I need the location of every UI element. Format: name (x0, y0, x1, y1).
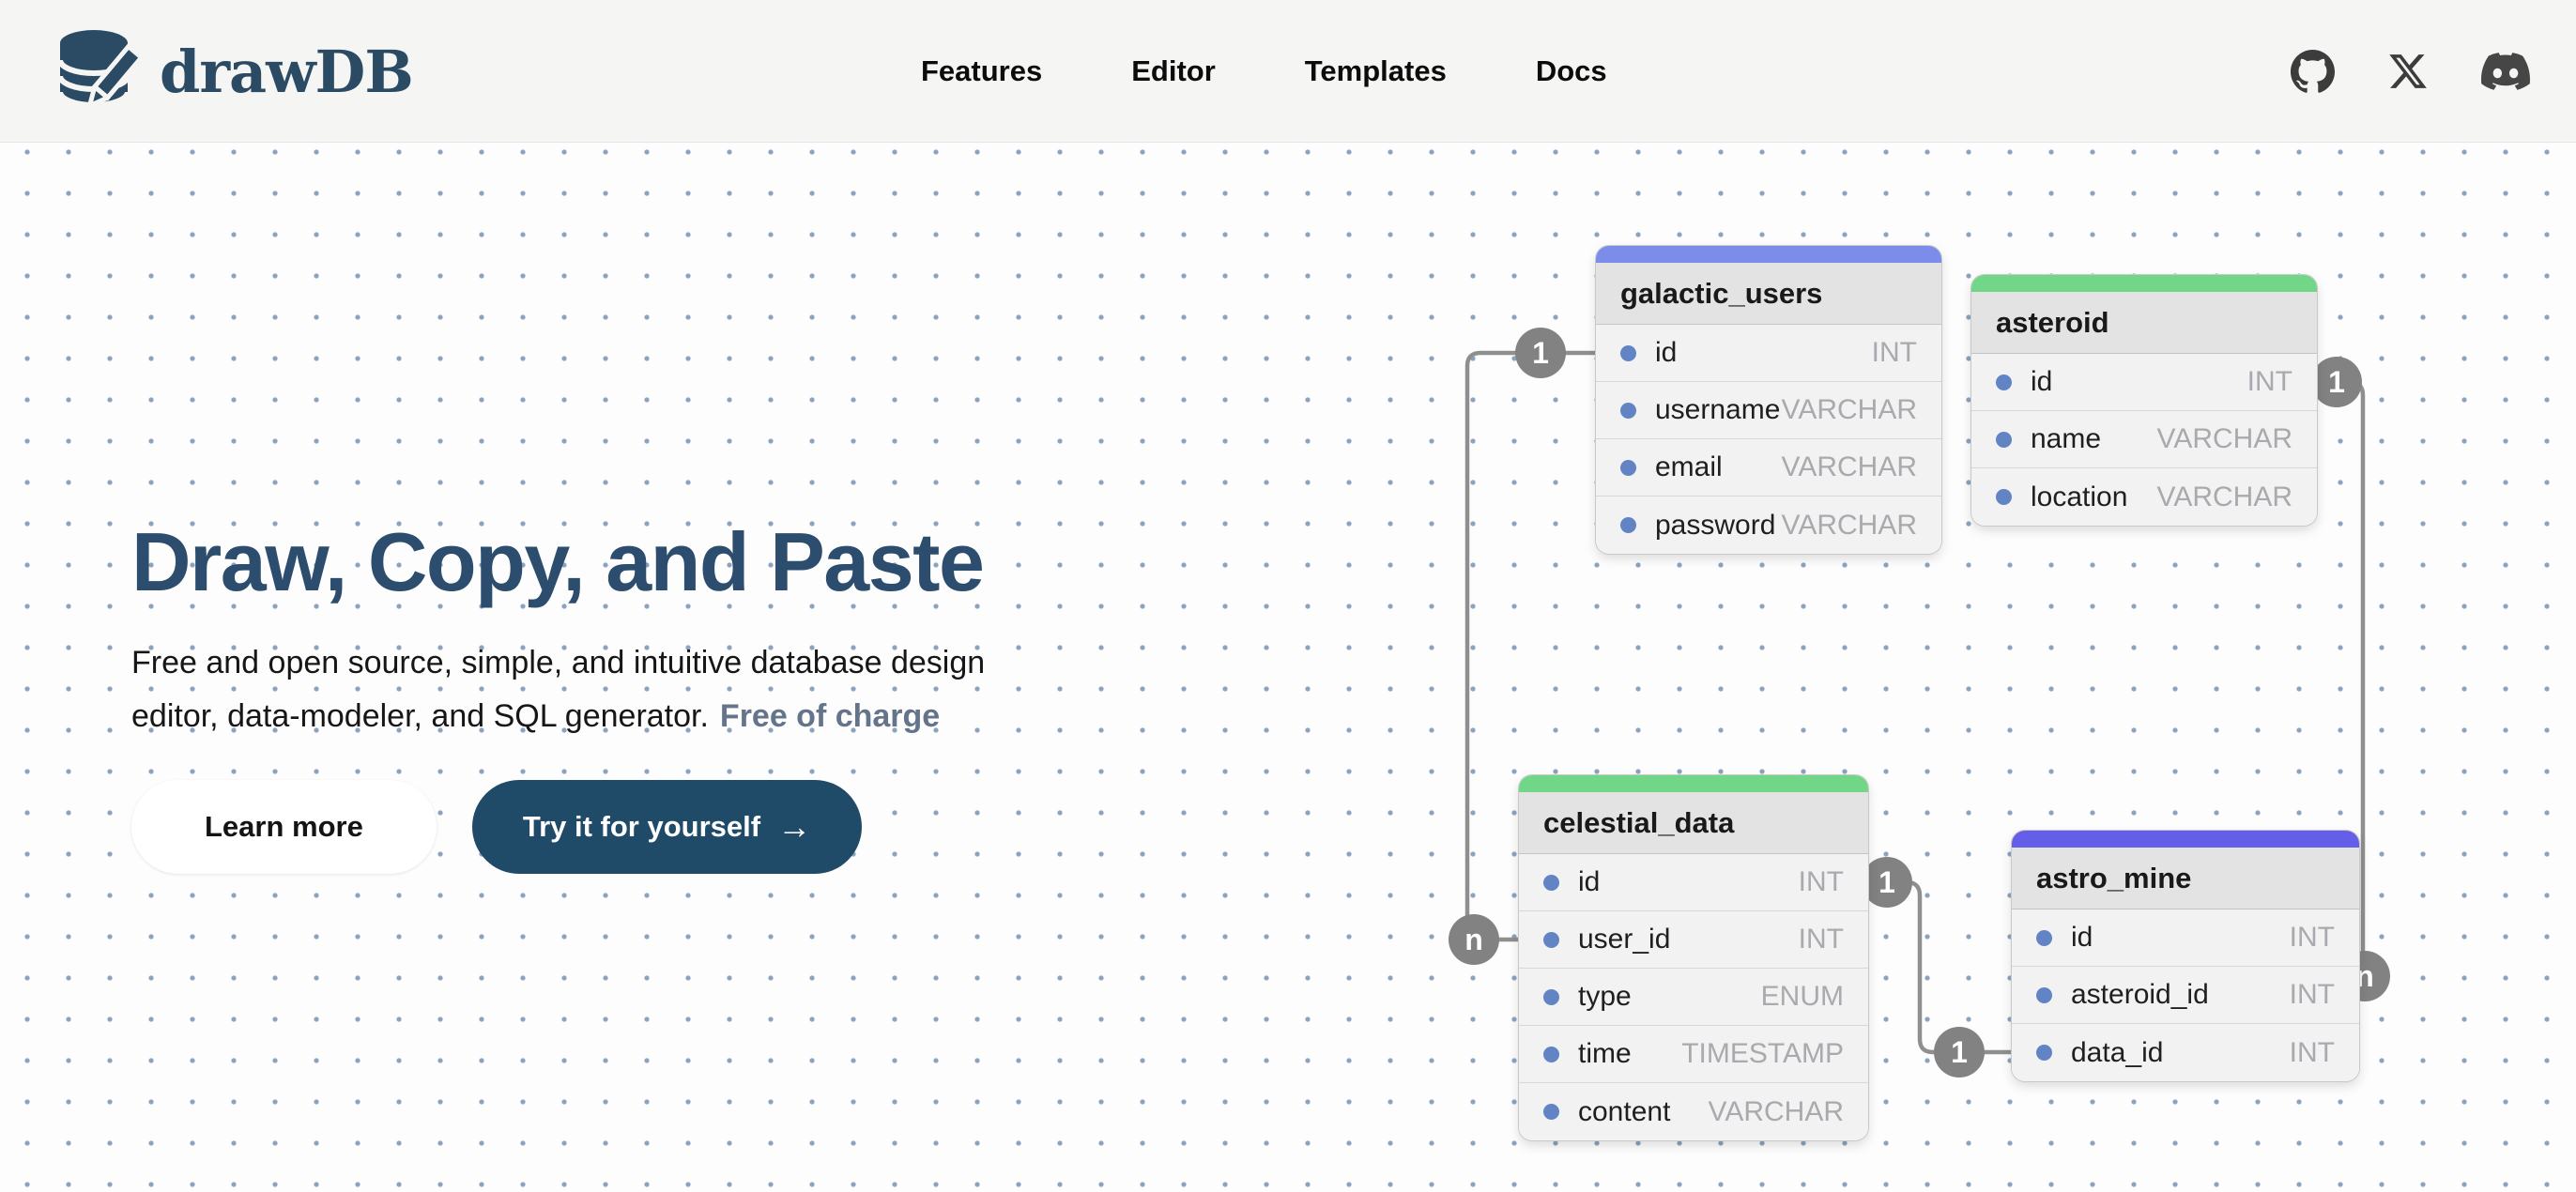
table-row: asteroid_id INT (2012, 967, 2359, 1024)
field-name: email (1655, 451, 1782, 483)
svg-text:1: 1 (1951, 1035, 1968, 1069)
field-dot-icon (2036, 987, 2052, 1003)
nav-link-templates[interactable]: Templates (1305, 54, 1447, 88)
field-dot-icon (1996, 489, 2012, 505)
x-twitter-icon[interactable] (2387, 51, 2429, 92)
field-name: username (1655, 394, 1782, 426)
cardinality-badge: n (1449, 914, 1499, 965)
field-type: VARCHAR (1782, 394, 1941, 426)
field-name: password (1655, 510, 1782, 542)
field-dot-icon (2036, 1045, 2052, 1061)
table-row: data_id INT (2012, 1024, 2359, 1081)
nav-links: Features Editor Templates Docs (921, 0, 1607, 143)
relationship-line-celestial-astromine (1868, 882, 2012, 1052)
field-dot-icon (1996, 432, 2012, 448)
field-name: id (2071, 922, 2290, 954)
drawdb-database-pencil-icon (53, 23, 150, 120)
table-row: user_id INT (1519, 911, 1868, 969)
table-title: asteroid (1971, 292, 2317, 354)
table-astro-mine: astro_mine id INT asteroid_id INT data_i… (2012, 831, 2359, 1081)
svg-text:n: n (1464, 923, 1483, 956)
field-dot-icon (1620, 345, 1636, 361)
table-row: name VARCHAR (1971, 411, 2317, 468)
table-galactic-users: galactic_users id INT username VARCHAR e… (1596, 246, 1941, 554)
table-row: id INT (1971, 354, 2317, 411)
field-name: data_id (2071, 1037, 2290, 1069)
field-dot-icon (1543, 875, 1559, 891)
navbar: drawDB Features Editor Templates Docs (0, 0, 2576, 143)
brand-logo[interactable]: drawDB (53, 23, 413, 120)
field-dot-icon (1620, 517, 1636, 533)
cardinality-badge: 1 (1862, 857, 1912, 908)
table-accent-bar (1519, 775, 1868, 792)
field-name: id (1578, 866, 1799, 898)
github-icon[interactable] (2291, 50, 2335, 94)
field-dot-icon (1620, 460, 1636, 476)
cardinality-badge: 1 (1515, 328, 1566, 378)
cardinality-badge: 1 (2311, 357, 2362, 407)
field-name: name (2031, 423, 2157, 455)
field-type: ENUM (1761, 981, 1868, 1013)
table-row: time TIMESTAMP (1519, 1026, 1868, 1083)
field-type: VARCHAR (2157, 423, 2317, 455)
table-title: galactic_users (1596, 263, 1941, 325)
field-name: type (1578, 981, 1761, 1013)
table-row: location VARCHAR (1971, 468, 2317, 526)
svg-text:1: 1 (2328, 365, 2345, 399)
field-dot-icon (1543, 932, 1559, 948)
nav-link-docs[interactable]: Docs (1536, 54, 1607, 88)
field-dot-icon (1620, 403, 1636, 419)
nav-link-features[interactable]: Features (921, 54, 1042, 88)
field-name: time (1578, 1038, 1681, 1070)
field-dot-icon (1543, 1047, 1559, 1062)
table-title: celestial_data (1519, 792, 1868, 854)
field-type: VARCHAR (1782, 451, 1941, 483)
table-row: username VARCHAR (1596, 382, 1941, 439)
field-name: user_id (1578, 924, 1799, 955)
field-name: id (1655, 337, 1872, 369)
field-dot-icon (1543, 989, 1559, 1005)
table-accent-bar (1971, 275, 2317, 292)
field-type: TIMESTAMP (1681, 1038, 1868, 1070)
field-type: INT (1799, 924, 1868, 955)
drawdb-landing-page: drawDB Features Editor Templates Docs (0, 0, 2576, 1192)
table-row: id INT (2012, 909, 2359, 967)
table-row: password VARCHAR (1596, 497, 1941, 554)
table-row: id INT (1596, 325, 1941, 382)
field-name: id (2031, 366, 2247, 398)
brand-name: drawDB (160, 38, 413, 106)
field-dot-icon (1543, 1104, 1559, 1120)
table-asteroid: asteroid id INT name VARCHAR location VA… (1971, 275, 2317, 526)
hero-canvas: 1 n 1 n 1 1 Draw, Copy, (0, 143, 2576, 1192)
discord-icon[interactable] (2481, 47, 2530, 96)
field-type: INT (1799, 866, 1868, 898)
field-type: VARCHAR (2157, 481, 2317, 513)
field-dot-icon (2036, 930, 2052, 946)
table-row: content VARCHAR (1519, 1083, 1868, 1140)
table-row: email VARCHAR (1596, 439, 1941, 497)
table-accent-bar (2012, 831, 2359, 848)
table-row: type ENUM (1519, 969, 1868, 1026)
field-type: VARCHAR (1709, 1096, 1868, 1128)
field-type: INT (2290, 922, 2359, 954)
field-type: INT (2290, 979, 2359, 1011)
field-type: INT (2290, 1037, 2359, 1069)
svg-text:1: 1 (1532, 336, 1549, 370)
field-name: location (2031, 481, 2157, 513)
social-links (2291, 0, 2530, 143)
svg-text:1: 1 (1878, 865, 1895, 899)
cardinality-badge: 1 (1934, 1027, 1985, 1077)
table-accent-bar (1596, 246, 1941, 263)
table-row: id INT (1519, 854, 1868, 911)
field-type: INT (2247, 366, 2317, 398)
table-title: astro_mine (2012, 848, 2359, 909)
field-name: asteroid_id (2071, 979, 2290, 1011)
field-name: content (1578, 1096, 1709, 1128)
field-dot-icon (1996, 374, 2012, 390)
table-celestial-data: celestial_data id INT user_id INT type E… (1519, 775, 1868, 1140)
field-type: VARCHAR (1782, 510, 1941, 542)
field-type: INT (1872, 337, 1941, 369)
nav-link-editor[interactable]: Editor (1131, 54, 1216, 88)
